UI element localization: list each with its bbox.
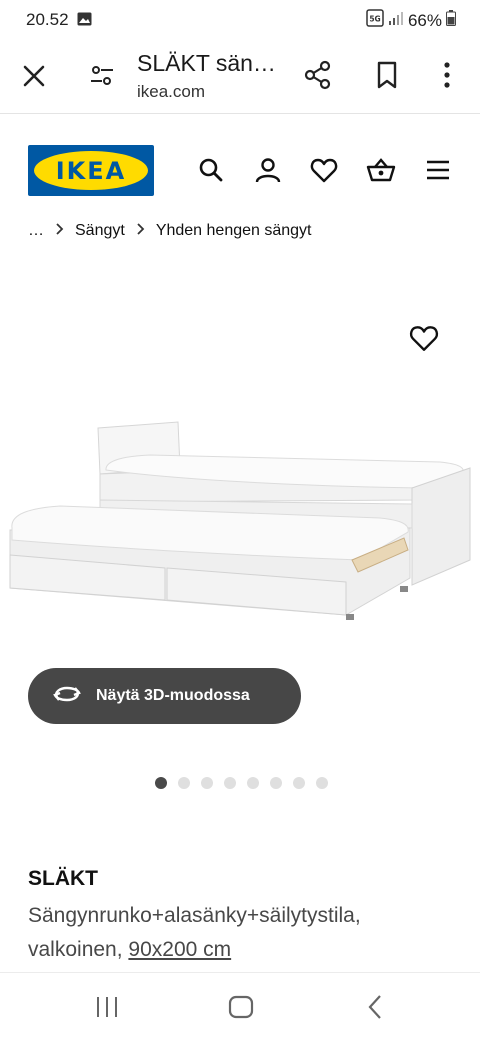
basket-icon[interactable] bbox=[366, 155, 396, 185]
more-icon[interactable] bbox=[434, 60, 460, 90]
carousel-dot[interactable] bbox=[178, 777, 190, 789]
product-name: SLÄKT bbox=[28, 867, 98, 890]
carousel-dot[interactable] bbox=[201, 777, 213, 789]
view-3d-label: Näytä 3D-muodossa bbox=[96, 687, 250, 704]
image-icon bbox=[77, 12, 92, 31]
product-size-link[interactable]: 90x200 cm bbox=[128, 938, 231, 961]
chevron-right-icon bbox=[136, 222, 145, 240]
status-time: 20.52 bbox=[26, 10, 69, 29]
status-bar: 20.52 5G 66% bbox=[0, 0, 480, 38]
ikea-logo[interactable]: IKEA bbox=[28, 145, 154, 196]
breadcrumb-ellipsis[interactable]: … bbox=[28, 222, 44, 240]
breadcrumb: … Sängyt Yhden hengen sängyt bbox=[28, 222, 312, 240]
carousel-dot[interactable] bbox=[224, 777, 236, 789]
browser-domain[interactable]: ikea.com bbox=[137, 82, 205, 102]
carousel-dot[interactable] bbox=[247, 777, 259, 789]
carousel-dot[interactable] bbox=[270, 777, 282, 789]
system-nav-bar bbox=[0, 972, 480, 1040]
breadcrumb-beds[interactable]: Sängyt bbox=[75, 222, 125, 240]
close-icon[interactable] bbox=[20, 62, 48, 90]
search-icon[interactable] bbox=[196, 155, 226, 185]
user-icon[interactable] bbox=[253, 155, 283, 185]
site-header: IKEA bbox=[0, 115, 480, 215]
page-settings-icon[interactable] bbox=[88, 62, 116, 90]
carousel-dot[interactable] bbox=[316, 777, 328, 789]
signal-icon bbox=[388, 10, 404, 31]
logo-text: IKEA bbox=[55, 156, 127, 185]
battery-icon bbox=[446, 10, 456, 31]
rotate-3d-icon bbox=[52, 683, 82, 710]
carousel-dot[interactable] bbox=[155, 777, 167, 789]
browser-toolbar: SLÄKT sän… ikea.com bbox=[0, 38, 480, 114]
product-description: Sängynrunko+alasänky+säilytystila, valko… bbox=[28, 899, 448, 967]
back-icon[interactable] bbox=[362, 993, 392, 1021]
heart-icon[interactable] bbox=[309, 155, 339, 185]
battery-percent: 66% bbox=[407, 10, 442, 30]
carousel-dot[interactable] bbox=[293, 777, 305, 789]
svg-text:5G: 5G bbox=[369, 15, 380, 24]
bookmark-icon[interactable] bbox=[372, 60, 402, 90]
favorite-heart-icon[interactable] bbox=[408, 322, 440, 354]
breadcrumb-single-beds[interactable]: Yhden hengen sängyt bbox=[156, 222, 312, 240]
product-image[interactable] bbox=[0, 410, 480, 630]
chevron-right-icon bbox=[55, 222, 64, 240]
network-5g-icon: 5G bbox=[366, 9, 384, 32]
view-3d-button[interactable]: Näytä 3D-muodossa bbox=[28, 668, 301, 724]
menu-icon[interactable] bbox=[423, 155, 453, 185]
home-icon[interactable] bbox=[226, 993, 256, 1021]
carousel-dots bbox=[155, 777, 328, 789]
share-icon[interactable] bbox=[303, 60, 333, 90]
recent-apps-icon[interactable] bbox=[92, 993, 122, 1021]
status-right: 5G 66% bbox=[366, 9, 456, 32]
browser-page-title[interactable]: SLÄKT sän… bbox=[137, 50, 282, 77]
